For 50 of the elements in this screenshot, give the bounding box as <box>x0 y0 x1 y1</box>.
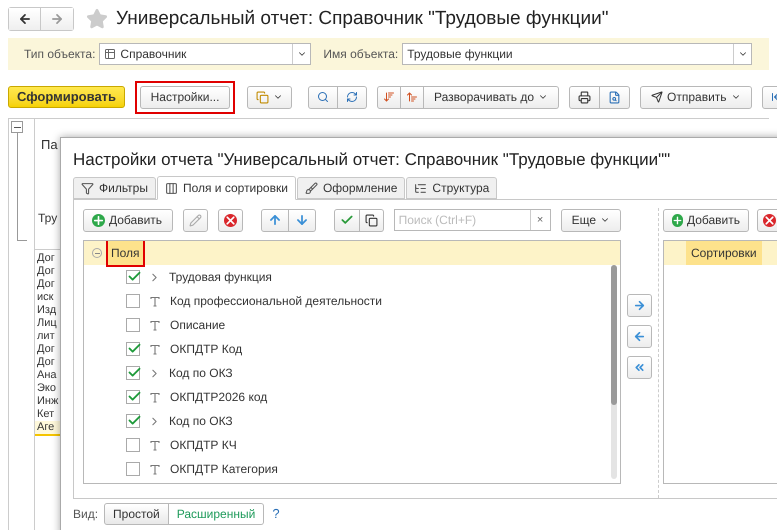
add-button[interactable]: Добавить <box>663 208 749 232</box>
field-label[interactable]: Код по ОКЗ <box>169 412 233 430</box>
report-cell-text: иск <box>36 290 54 304</box>
report-cell-text: лит <box>36 330 56 342</box>
report-cell-text: Лиц <box>36 316 58 330</box>
generate-button[interactable]: Сформировать <box>8 86 126 108</box>
report-cell-text: Инж <box>36 394 60 408</box>
filter-field[interactable]: Справочник <box>99 43 312 65</box>
field-label[interactable]: Код по ОКЗ <box>169 364 233 382</box>
field-label[interactable]: Трудовая функция <box>169 268 272 286</box>
filter-field[interactable]: Трудовые функции <box>402 43 752 65</box>
expand-to-button[interactable]: Разворачивать до <box>424 86 560 108</box>
fields-root-label[interactable]: Поля <box>108 241 143 265</box>
field-label[interactable]: Код профессиональной деятельности <box>170 292 382 310</box>
report-cell-text: Эко <box>36 382 57 394</box>
clear-search-button[interactable]: × <box>530 210 550 230</box>
view-mode-button[interactable]: Простой <box>104 503 169 525</box>
report-cell-text: Дог <box>36 264 56 278</box>
dialog-title: Настройки отчета "Универсальный отчет: Справочник "Трудовые функции"" <box>72 149 672 171</box>
filter-label: Тип объекта: <box>24 46 96 63</box>
report-cell-text: Кет <box>36 408 56 420</box>
report-cell-text: Ана <box>36 368 58 382</box>
sortings-header: Сортировки <box>686 241 762 265</box>
field-label[interactable]: ОКПДТР2026 код <box>170 388 268 406</box>
settings-button[interactable]: Настройки... <box>140 86 230 108</box>
view-label: Вид: <box>73 506 98 523</box>
window-title: Универсальный отчет: Справочник "Трудовые функции" <box>116 6 608 31</box>
report-cell-text: Изд <box>36 304 58 316</box>
report-cell-text: Дог <box>36 356 56 368</box>
search-field[interactable]: Поиск (Ctrl+F) × <box>394 209 551 231</box>
field-label[interactable]: ОКПДТР Категория <box>170 460 278 478</box>
tab[interactable]: Поля и сортировки <box>156 176 296 200</box>
field-label[interactable]: ОКПДТР Код <box>170 340 242 358</box>
help-link[interactable]: ? <box>272 504 280 524</box>
more-button[interactable]: Еще <box>560 208 621 232</box>
report-cell: Аге <box>35 420 61 436</box>
add-button[interactable]: Добавить <box>83 208 173 232</box>
tab[interactable]: Структура <box>406 177 498 199</box>
filter-label: Имя объекта: <box>323 46 398 63</box>
field-label[interactable]: Описание <box>170 316 226 334</box>
tab[interactable]: Оформление <box>296 177 406 199</box>
tab[interactable]: Фильтры <box>73 177 156 199</box>
report-title-text: Тру <box>38 210 58 226</box>
send-button[interactable]: Отправить <box>640 86 752 108</box>
report-parameters-text: Па <box>41 136 59 154</box>
report-cell-text: Дог <box>36 278 56 290</box>
field-label[interactable]: ОКПДТР КЧ <box>170 436 237 454</box>
view-mode-button[interactable]: Расширенный <box>168 503 264 525</box>
report-cell-text: Дог <box>36 342 56 356</box>
report-cell-text: Дог <box>36 252 56 264</box>
